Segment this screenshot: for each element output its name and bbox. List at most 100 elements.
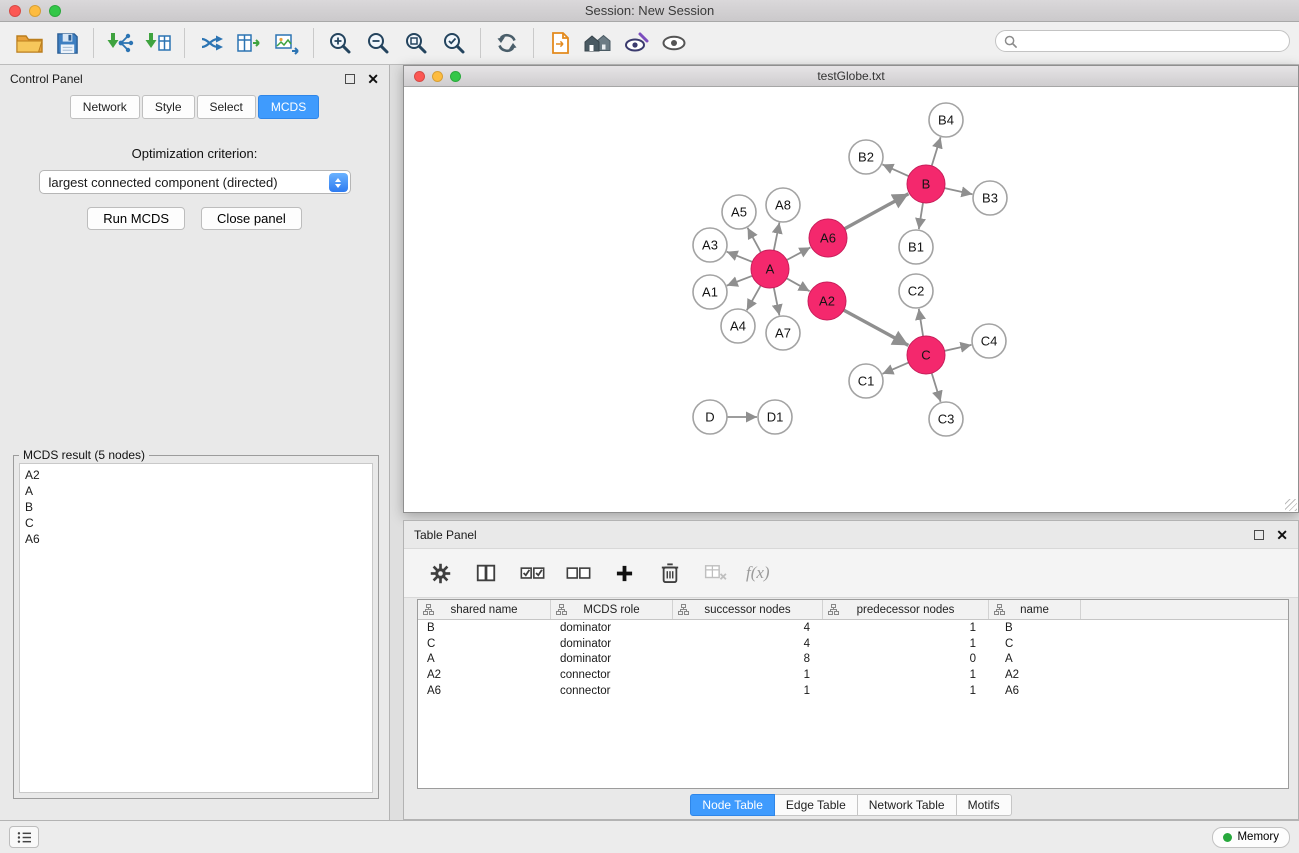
node-A5[interactable]: A5 (722, 195, 756, 229)
edge-A-A1[interactable] (727, 276, 753, 286)
tab-network[interactable]: Network (70, 95, 140, 119)
node-B1[interactable]: B1 (899, 230, 933, 264)
table-row[interactable]: A2connector11A2 (418, 667, 1288, 683)
export-table-button[interactable] (230, 25, 268, 61)
search-field[interactable] (995, 30, 1290, 52)
result-item[interactable]: A2 (25, 467, 367, 483)
table-row[interactable]: Cdominator41C (418, 636, 1288, 652)
table-row[interactable]: A6connector11A6 (418, 683, 1288, 699)
node-B[interactable]: B (907, 165, 945, 203)
edge-A-A4[interactable] (747, 286, 761, 311)
table-mode-button[interactable] (424, 556, 456, 590)
result-item[interactable]: A6 (25, 531, 367, 547)
node-B3[interactable]: B3 (973, 181, 1007, 215)
import-network-button[interactable] (101, 25, 139, 61)
column-header-successor-nodes[interactable]: successor nodes (673, 600, 823, 619)
node-A3[interactable]: A3 (693, 228, 727, 262)
edge-B-B4[interactable] (932, 137, 941, 166)
result-item[interactable]: C (25, 515, 367, 531)
edge-B-B1[interactable] (919, 203, 923, 229)
search-input[interactable] (1022, 34, 1281, 48)
clear-selection-button[interactable] (562, 556, 594, 590)
edge-B-B2[interactable] (882, 164, 908, 176)
column-header-name[interactable]: name (989, 600, 1081, 619)
function-builder-button[interactable]: f(x) (746, 563, 770, 583)
close-panel-button[interactable]: Close panel (201, 207, 302, 230)
node-C2[interactable]: C2 (899, 274, 933, 308)
close-panel-icon[interactable]: ✕ (367, 74, 379, 84)
edge-C-C4[interactable] (945, 345, 972, 351)
result-item[interactable]: A (25, 483, 367, 499)
zoom-selected-button[interactable] (435, 25, 473, 61)
column-header-MCDS-role[interactable]: MCDS role (551, 600, 673, 619)
zoom-out-button[interactable] (359, 25, 397, 61)
close-window-button[interactable] (9, 5, 21, 17)
node-D1[interactable]: D1 (758, 400, 792, 434)
refresh-button[interactable] (488, 25, 526, 61)
delete-column-button[interactable] (654, 556, 686, 590)
show-hide-details-button[interactable] (655, 25, 693, 61)
close-table-panel-icon[interactable]: ✕ (1276, 530, 1288, 540)
select-all-button[interactable] (516, 556, 548, 590)
edge-C-C3[interactable] (932, 373, 941, 402)
tab-mcds[interactable]: MCDS (258, 95, 319, 119)
edge-A-A2[interactable] (787, 278, 810, 291)
save-session-button[interactable] (48, 25, 86, 61)
node-A8[interactable]: A8 (766, 188, 800, 222)
zoom-in-button[interactable] (321, 25, 359, 61)
mcds-result-list[interactable]: A2ABCA6 (19, 463, 373, 793)
edge-A2-C[interactable] (844, 310, 909, 345)
show-panels-button[interactable] (9, 826, 39, 848)
export-network-button[interactable] (192, 25, 230, 61)
edge-A-A8[interactable] (774, 223, 780, 251)
tab-edge-table[interactable]: Edge Table (775, 794, 858, 816)
document-copy-button[interactable] (541, 25, 579, 61)
zoom-network-window-button[interactable] (450, 71, 461, 82)
tab-select[interactable]: Select (197, 95, 256, 119)
node-C3[interactable]: C3 (929, 402, 963, 436)
network-canvas[interactable]: B4 B2 B B3 A5 A8 A6 B1 A3 A C2 A1 A2 A4 A7 C4 C C1 C3 D D1 (404, 87, 1298, 512)
minimize-network-window-button[interactable] (432, 71, 443, 82)
edge-A-A5[interactable] (748, 228, 761, 253)
edge-A-A6[interactable] (787, 247, 811, 260)
node-A6[interactable]: A6 (809, 219, 847, 257)
zoom-window-button[interactable] (49, 5, 61, 17)
node-A4[interactable]: A4 (721, 309, 755, 343)
node-A1[interactable]: A1 (693, 275, 727, 309)
add-column-button[interactable] (608, 556, 640, 590)
node-A[interactable]: A (751, 250, 789, 288)
node-C1[interactable]: C1 (849, 364, 883, 398)
resize-handle[interactable] (1285, 499, 1297, 511)
node-B2[interactable]: B2 (849, 140, 883, 174)
node-B4[interactable]: B4 (929, 103, 963, 137)
memory-button[interactable]: Memory (1212, 827, 1290, 848)
table-row[interactable]: Bdominator41B (418, 620, 1288, 636)
edge-B-B3[interactable] (945, 188, 973, 194)
tab-style[interactable]: Style (142, 95, 195, 119)
node-C[interactable]: C (907, 336, 945, 374)
edge-A6-B[interactable] (845, 194, 909, 229)
tab-network-table[interactable]: Network Table (858, 794, 957, 816)
home-view-button[interactable] (579, 25, 617, 61)
style-details-button[interactable] (617, 25, 655, 61)
close-network-window-button[interactable] (414, 71, 425, 82)
node-D[interactable]: D (693, 400, 727, 434)
float-panel-icon[interactable] (345, 74, 355, 84)
show-columns-button[interactable] (470, 556, 502, 590)
node-A7[interactable]: A7 (766, 316, 800, 350)
column-header-shared-name[interactable]: shared name (418, 600, 551, 619)
export-image-button[interactable] (268, 25, 306, 61)
node-C4[interactable]: C4 (972, 324, 1006, 358)
float-table-panel-icon[interactable] (1254, 530, 1264, 540)
network-window-titlebar[interactable]: testGlobe.txt (404, 66, 1298, 87)
minimize-window-button[interactable] (29, 5, 41, 17)
column-header-predecessor-nodes[interactable]: predecessor nodes (823, 600, 989, 619)
edge-C-C1[interactable] (883, 363, 909, 374)
tab-node-table[interactable]: Node Table (690, 794, 775, 816)
tab-motifs[interactable]: Motifs (957, 794, 1012, 816)
import-table-button[interactable] (139, 25, 177, 61)
edge-A-A3[interactable] (727, 252, 753, 262)
edge-C-C2[interactable] (919, 309, 923, 336)
criterion-dropdown[interactable]: largest connected component (directed) (39, 170, 351, 194)
node-A2[interactable]: A2 (808, 282, 846, 320)
